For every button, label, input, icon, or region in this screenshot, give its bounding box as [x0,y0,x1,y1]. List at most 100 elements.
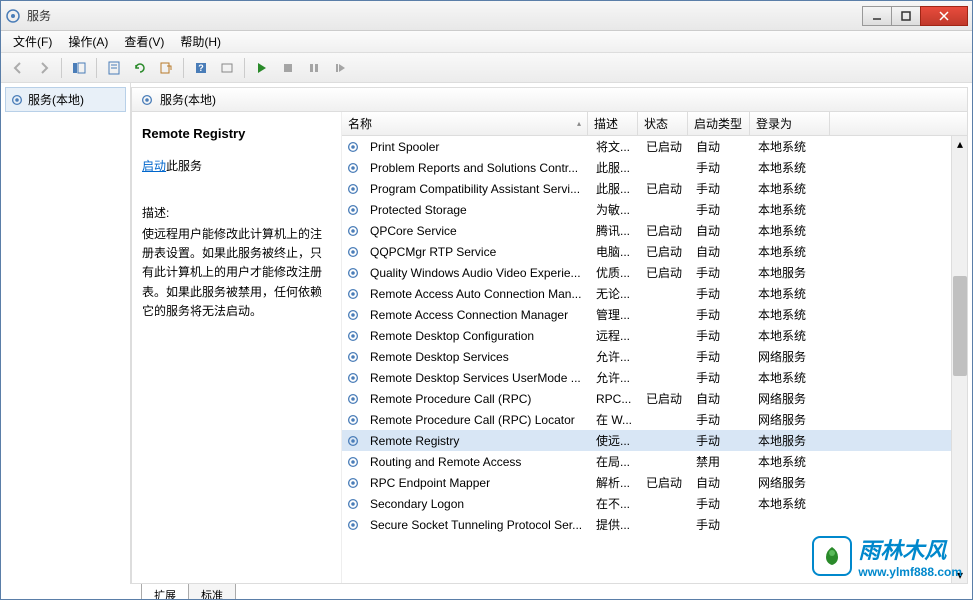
cell-startup: 手动 [690,306,752,323]
forward-button[interactable] [33,57,55,79]
scroll-up-arrow[interactable]: ▴ [952,136,967,152]
tool-button[interactable] [216,57,238,79]
cell-logon: 本地系统 [752,243,832,260]
cell-desc: 优质... [590,264,640,281]
minimize-button[interactable] [862,6,892,26]
cell-status: 已启动 [640,264,690,281]
tree-item-services-local[interactable]: 服务(本地) [5,87,126,112]
column-name[interactable]: 名称▴ [342,112,588,135]
description-text: 使远程用户能修改此计算机上的注册表设置。如果此服务被终止，只有此计算机上的用户才… [142,225,331,321]
back-button[interactable] [7,57,29,79]
cell-name: QPCore Service [364,224,590,238]
column-status[interactable]: 状态 [638,112,688,135]
detail-pane: Remote Registry 启动此服务 描述: 使远程用户能修改此计算机上的… [132,112,342,583]
services-list-body[interactable]: Print Spooler将文...已启动自动本地系统Problem Repor… [342,136,967,583]
start-service-link[interactable]: 启动 [142,159,166,173]
service-row[interactable]: Remote Procedure Call (RPC) Locator在 W..… [342,409,967,430]
content-title: 服务(本地) [160,91,216,108]
cell-startup: 手动 [690,369,752,386]
cell-desc: 在局... [590,453,640,470]
menu-view[interactable]: 查看(V) [116,30,172,53]
cell-desc: 允许... [590,369,640,386]
cell-startup: 手动 [690,285,752,302]
gear-icon [346,371,360,385]
scroll-thumb[interactable] [953,276,967,376]
main-area: 服务(本地) 服务(本地) Remote Registry 启动此服务 描述: … [1,83,972,584]
column-description[interactable]: 描述 [588,112,638,135]
cell-name: Routing and Remote Access [364,455,590,469]
menubar: 文件(F) 操作(A) 查看(V) 帮助(H) [1,31,972,53]
service-row[interactable]: Secure Socket Tunneling Protocol Ser...提… [342,514,967,535]
service-row[interactable]: RPC Endpoint Mapper解析...已启动自动网络服务 [342,472,967,493]
cell-logon: 网络服务 [752,474,832,491]
service-row[interactable]: Remote Procedure Call (RPC)RPC...已启动自动网络… [342,388,967,409]
gear-icon [346,203,360,217]
start-service-button[interactable] [251,57,273,79]
column-headers: 名称▴ 描述 状态 启动类型 登录为 [342,112,967,136]
service-row[interactable]: Remote Desktop Services UserMode ...允许..… [342,367,967,388]
service-row[interactable]: Program Compatibility Assistant Servi...… [342,178,967,199]
maximize-button[interactable] [891,6,921,26]
gear-icon [346,518,360,532]
cell-name: Secure Socket Tunneling Protocol Ser... [364,518,590,532]
cell-logon: 网络服务 [752,348,832,365]
help-button[interactable]: ? [190,57,212,79]
service-row[interactable]: Print Spooler将文...已启动自动本地系统 [342,136,967,157]
gear-icon [346,266,360,280]
tab-extended[interactable]: 扩展 [141,584,189,600]
cell-name: Remote Desktop Services [364,350,590,364]
cell-desc: 在不... [590,495,640,512]
cell-desc: 将文... [590,138,640,155]
description-label: 描述: [142,204,331,221]
service-row[interactable]: Quality Windows Audio Video Experie...优质… [342,262,967,283]
scroll-down-arrow[interactable]: ▾ [952,567,967,583]
service-row[interactable]: Secondary Logon在不...手动本地系统 [342,493,967,514]
cell-status: 已启动 [640,390,690,407]
gear-icon [346,497,360,511]
service-row[interactable]: Protected Storage为敏...手动本地系统 [342,199,967,220]
menu-help[interactable]: 帮助(H) [172,30,229,53]
cell-startup: 禁用 [690,453,752,470]
column-startup-type[interactable]: 启动类型 [688,112,750,135]
restart-service-button[interactable] [329,57,351,79]
service-row[interactable]: QQPCMgr RTP Service电脑...已启动自动本地系统 [342,241,967,262]
selected-service-name: Remote Registry [142,126,331,141]
pause-service-button[interactable] [303,57,325,79]
menu-action[interactable]: 操作(A) [60,30,116,53]
properties-button[interactable] [103,57,125,79]
stop-service-button[interactable] [277,57,299,79]
content-body: Remote Registry 启动此服务 描述: 使远程用户能修改此计算机上的… [132,112,967,583]
start-suffix: 此服务 [166,159,202,173]
cell-desc: 提供... [590,516,640,533]
gear-icon [346,182,360,196]
service-row[interactable]: Remote Registry使远...手动本地服务 [342,430,967,451]
vertical-scrollbar[interactable]: ▴ ▾ [951,136,967,583]
cell-startup: 自动 [690,138,752,155]
tab-standard[interactable]: 标准 [188,584,236,600]
gear-icon [346,455,360,469]
export-button[interactable] [155,57,177,79]
cell-status: 已启动 [640,243,690,260]
view-tabs: 扩展 标准 [1,584,972,600]
cell-startup: 手动 [690,348,752,365]
service-row[interactable]: QPCore Service腾讯...已启动自动本地系统 [342,220,967,241]
gear-icon [346,308,360,322]
refresh-button[interactable] [129,57,151,79]
service-row[interactable]: Remote Desktop Configuration远程...手动本地系统 [342,325,967,346]
cell-startup: 手动 [690,411,752,428]
menu-file[interactable]: 文件(F) [5,30,60,53]
cell-logon: 本地系统 [752,327,832,344]
service-row[interactable]: Remote Desktop Services允许...手动网络服务 [342,346,967,367]
close-button[interactable] [920,6,968,26]
gear-icon [346,161,360,175]
show-hide-tree-button[interactable] [68,57,90,79]
cell-name: Quality Windows Audio Video Experie... [364,266,590,280]
service-row[interactable]: Remote Access Connection Manager管理...手动本… [342,304,967,325]
cell-startup: 手动 [690,159,752,176]
service-row[interactable]: Remote Access Auto Connection Man...无论..… [342,283,967,304]
service-row[interactable]: Problem Reports and Solutions Contr...此服… [342,157,967,178]
window-title: 服务 [27,7,863,24]
separator [244,58,245,78]
column-logon-as[interactable]: 登录为 [750,112,830,135]
service-row[interactable]: Routing and Remote Access在局...禁用本地系统 [342,451,967,472]
